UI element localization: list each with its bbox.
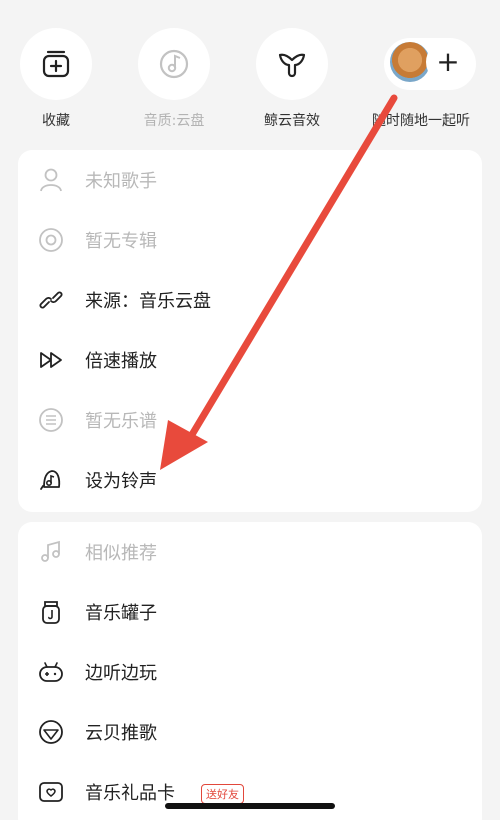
audio-quality-label: 音质:云盘 <box>143 113 205 129</box>
menu-item-sheet-music[interactable]: 暂无乐谱 <box>18 390 482 450</box>
menu-item-label: 相似推荐 <box>85 543 157 564</box>
music-jar-icon <box>42 601 60 624</box>
menu-item-source[interactable]: 来源：音乐云盘 <box>18 270 482 330</box>
sheet-music-icon <box>39 408 63 432</box>
listen-together-label: 随时随地一起听 <box>372 113 470 129</box>
gift-card-icon <box>39 782 63 802</box>
menu-item-label: 音乐礼品卡 <box>85 783 175 804</box>
menu-item-label: 倍速播放 <box>85 351 157 372</box>
fast-forward-icon <box>40 352 62 368</box>
menu-item-label: 边听边玩 <box>85 663 157 684</box>
menu-item-label: 未知歌手 <box>85 171 157 192</box>
menu-item-label: 暂无专辑 <box>85 231 157 252</box>
album-disc-icon <box>39 228 63 252</box>
cloud-shell-icon <box>39 720 63 744</box>
gift-badge: 送好友 <box>201 784 244 804</box>
watermark-logo-icon <box>296 751 342 797</box>
menu-item-music-jar[interactable]: 音乐罐子 <box>18 582 482 642</box>
menu-item-label: 暂无乐谱 <box>85 411 157 432</box>
link-icon <box>39 291 63 309</box>
menu-item-play-while-listening[interactable]: 边听边玩 <box>18 642 482 702</box>
whale-sound-effect-label: 鲸云音效 <box>264 113 320 129</box>
menu-item-set-ringtone[interactable]: 设为铃声 <box>18 450 482 510</box>
person-icon <box>40 168 62 192</box>
menu-item-label: 来源：音乐云盘 <box>85 291 211 312</box>
menu-item-album[interactable]: 暂无专辑 <box>18 210 482 270</box>
watermark-url: www.cdgame.com <box>348 793 440 804</box>
menu-item-artist[interactable]: 未知歌手 <box>18 150 482 210</box>
collect-label: 收藏 <box>42 113 70 129</box>
menu-item-similar[interactable]: 相似推荐 <box>18 522 482 582</box>
collect-button[interactable]: 收藏 <box>0 28 116 130</box>
whale-sound-effect-button[interactable]: 鲸云音效 <box>232 28 352 130</box>
plus-icon: + <box>426 40 470 84</box>
ringtone-bell-icon <box>40 470 61 490</box>
song-info-menu: 未知歌手 暂无专辑 来源：音乐云盘 倍速播放 暂无乐谱 设为铃声 <box>18 150 482 512</box>
menu-item-label: 音乐罐子 <box>85 603 157 624</box>
menu-item-playback-speed[interactable]: 倍速播放 <box>18 330 482 390</box>
music-notes-icon <box>41 540 60 562</box>
audio-quality-button[interactable]: 音质:云盘 <box>114 28 234 130</box>
add-to-collection-icon <box>42 50 70 78</box>
whale-sound-effect-icon <box>278 53 306 78</box>
top-actions-row: 收藏 音质:云盘 鲸云音效 + 随时随地一起听 <box>0 0 500 140</box>
menu-item-label: 设为铃声 <box>85 471 157 492</box>
audio-quality-icon <box>159 49 189 79</box>
gamepad-icon <box>39 662 63 682</box>
menu-item-label: 云贝推歌 <box>85 723 157 744</box>
home-indicator <box>165 803 335 809</box>
